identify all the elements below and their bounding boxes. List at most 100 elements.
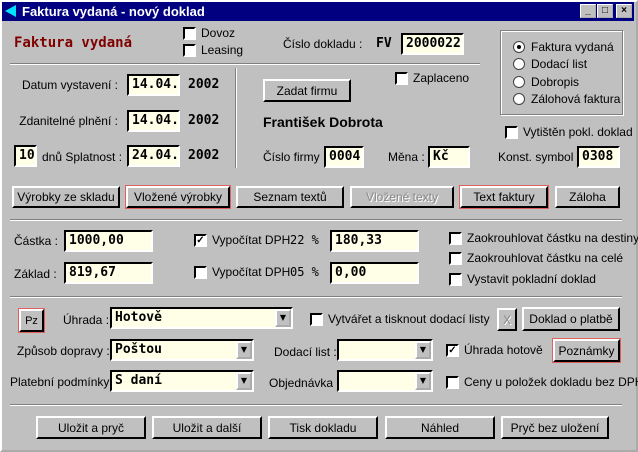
round-destiny-label: Zaokrouhlovat částku na destiny: [467, 231, 638, 245]
tab-seznam-textu[interactable]: Seznam textů: [236, 186, 344, 208]
platebni-podminky-label: Platební podmínky :: [10, 375, 117, 389]
form-heading: Faktura vydaná: [14, 35, 133, 51]
dph22-checkbox[interactable]: ✓ Vypočítat DPH: [194, 233, 290, 247]
radio-label: Dodací list: [531, 57, 588, 71]
divider: [10, 296, 622, 298]
plneni-year: 2002: [188, 113, 220, 128]
datum-vystaveni-input[interactable]: 14.04.: [127, 74, 180, 96]
pryc-bez-ulozeni-button[interactable]: Pryč bez uložení: [501, 416, 609, 439]
cislo-dokladu-label: Číslo dokladu :: [283, 37, 363, 51]
dph22-input[interactable]: 180,33: [330, 230, 419, 252]
cislo-dokladu-input[interactable]: 2000022: [401, 33, 464, 55]
pz-button[interactable]: Pz: [19, 309, 44, 332]
radio-dobropis[interactable]: Dobropis: [513, 75, 579, 89]
title-bar: Faktura vydaná - nový doklad: [2, 2, 634, 21]
x-button[interactable]: X: [497, 308, 517, 331]
uhrada-select[interactable]: Hotově ▼: [110, 307, 293, 329]
uhrada-hotove-label: Úhrada hotově: [464, 343, 543, 357]
ceny-bez-dph-label: Ceny u položek dokladu bez DPH: [464, 375, 638, 389]
tab-zaloha[interactable]: Záloha: [555, 186, 620, 208]
chevron-down-icon[interactable]: ▼: [415, 341, 431, 359]
dph05-label: Vypočítat DPH: [212, 265, 291, 279]
zdanitelne-plneni-input[interactable]: 14.04.: [127, 110, 180, 132]
radio-dodaci-list[interactable]: Dodací list: [513, 57, 587, 71]
dodaci-list-select[interactable]: ▼: [337, 339, 433, 361]
ceny-bez-dph-checkbox[interactable]: Ceny u položek dokladu bez DPH: [446, 375, 638, 389]
radio-label: Faktura vydaná: [531, 40, 614, 54]
tab-vlozene-texty[interactable]: Vložené texty: [350, 186, 454, 208]
dovoz-label: Dovoz: [201, 26, 236, 40]
mena-input[interactable]: Kč: [428, 146, 470, 168]
uhrada-label: Úhrada :: [63, 313, 110, 327]
dovoz-checkbox[interactable]: Dovoz: [183, 26, 235, 40]
uhrada-hotove-checkbox[interactable]: ✓ Úhrada hotově: [446, 343, 543, 357]
tab-vlozene-vyrobky[interactable]: Vložené výrobky: [126, 186, 230, 208]
radio-label: Dobropis: [531, 75, 580, 89]
vytisten-label: Vytištěn pokl. doklad: [523, 125, 633, 139]
round-whole-label: Zaokrouhlovat částku na celé: [467, 251, 624, 265]
divider: [10, 219, 622, 221]
dph05-checkbox[interactable]: Vypočítat DPH: [194, 265, 290, 279]
datum-vystaveni-label: Datum vystavení :: [21, 78, 118, 92]
splatnost-input[interactable]: 24.04.: [127, 145, 180, 167]
radio-zalohova-faktura[interactable]: Zálohová faktura: [513, 92, 620, 106]
chevron-down-icon[interactable]: ▼: [415, 372, 431, 390]
app-icon: [5, 5, 16, 17]
konst-symbol-label: Konst. symbol :: [498, 150, 581, 164]
chevron-down-icon[interactable]: ▼: [236, 372, 252, 390]
days-input[interactable]: 10: [14, 145, 37, 167]
firm-name: František Dobrota: [263, 114, 383, 130]
chevron-down-icon[interactable]: ▼: [236, 341, 252, 359]
doprava-value: Poštou: [115, 342, 162, 357]
vytvaret-label: Vytvářet a tisknout dodací listy: [328, 312, 490, 326]
podminky-value: S daní: [115, 373, 162, 388]
pokladni-doklad-label: Vystavit pokladní doklad: [467, 272, 596, 286]
zpusob-dopravy-select[interactable]: Poštou ▼: [110, 339, 254, 361]
cislo-firmy-input[interactable]: 0004: [324, 146, 364, 168]
zadat-firmu-button[interactable]: Zadat firmu: [263, 79, 351, 102]
vytisten-checkbox[interactable]: Vytištěn pokl. doklad: [505, 125, 633, 139]
zpusob-dopravy-label: Způsob dopravy :: [17, 344, 110, 358]
close-button[interactable]: ×: [616, 4, 632, 18]
zaklad-label: Základ :: [14, 267, 57, 281]
divider: [10, 63, 480, 65]
dph22-label: Vypočítat DPH: [212, 233, 291, 247]
splatnost-label: dnů Splatnost :: [42, 150, 123, 164]
round-destiny-checkbox[interactable]: Zaokrouhlovat částku na destiny: [449, 231, 638, 245]
maximize-button[interactable]: □: [597, 4, 613, 18]
radio-faktura-vydana[interactable]: Faktura vydaná: [513, 40, 614, 54]
tab-text-faktury[interactable]: Text faktury: [460, 186, 548, 208]
platebni-podminky-select[interactable]: S daní ▼: [110, 370, 254, 392]
nahled-button[interactable]: Náhled: [385, 416, 495, 439]
ulozit-a-prych-button[interactable]: Uložit a pryč: [36, 416, 146, 439]
tisk-dokladu-button[interactable]: Tisk dokladu: [268, 416, 378, 439]
objednavka-label: Objednávka :: [269, 376, 340, 390]
castka-label: Částka :: [14, 234, 59, 248]
round-whole-checkbox[interactable]: Zaokrouhlovat částku na celé: [449, 251, 623, 265]
dph05-input[interactable]: 0,00: [330, 262, 419, 284]
leasing-checkbox[interactable]: Leasing: [183, 43, 243, 57]
konst-symbol-input[interactable]: 0308: [577, 146, 620, 168]
divider: [235, 68, 237, 168]
chevron-down-icon[interactable]: ▼: [275, 309, 291, 327]
vytvaret-dodaci-listy-checkbox[interactable]: Vytvářet a tisknout dodací listy: [310, 312, 490, 326]
zaplaceno-label: Zaplaceno: [413, 71, 470, 85]
doklad-o-platbe-button[interactable]: Doklad o platbě: [522, 307, 620, 331]
castka-input[interactable]: 1000,00: [64, 230, 153, 252]
zaplaceno-checkbox[interactable]: Zaplaceno: [395, 71, 469, 85]
mena-label: Měna :: [388, 150, 425, 164]
poznamky-button[interactable]: Poznámky: [553, 339, 620, 362]
objednavka-select[interactable]: ▼: [337, 370, 433, 392]
zaklad-input[interactable]: 819,67: [64, 262, 153, 284]
doc-prefix: FV: [376, 36, 392, 51]
radio-label: Zálohová faktura: [531, 92, 621, 106]
uhrada-value: Hotově: [115, 310, 162, 325]
ulozit-a-dalsi-button[interactable]: Uložit a další: [152, 416, 262, 439]
pokladni-doklad-checkbox[interactable]: Vystavit pokladní doklad: [449, 272, 596, 286]
cislo-firmy-label: Číslo firmy :: [263, 150, 327, 164]
dph05-rate: 05 %: [290, 265, 319, 279]
zdanitelne-plneni-label: Zdanitelné plnění :: [19, 114, 118, 128]
minimize-button[interactable]: _: [580, 4, 596, 18]
dodaci-list-label: Dodací list :: [274, 345, 337, 359]
tab-vyrobky-ze-skladu[interactable]: Výrobky ze skladu: [12, 186, 120, 208]
